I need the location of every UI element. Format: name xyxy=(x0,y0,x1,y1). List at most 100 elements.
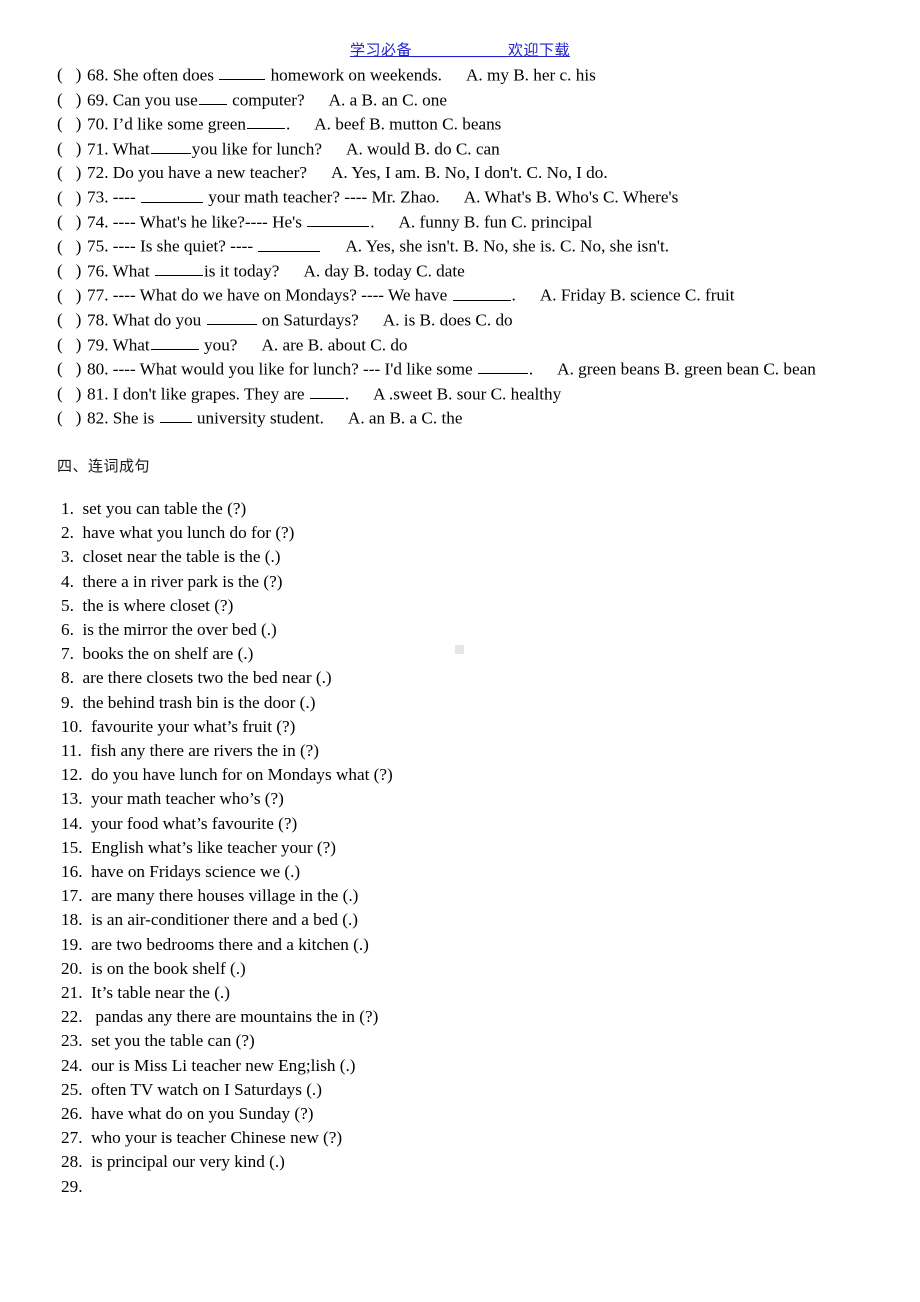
fill-in-blank[interactable] xyxy=(206,308,257,326)
question-options[interactable]: A. Friday B. science C. fruit xyxy=(540,286,735,305)
item-words[interactable]: fish any there are rivers the in (?) xyxy=(82,741,319,760)
answer-box[interactable]: ( ) xyxy=(57,259,87,283)
item-words[interactable]: is on the book shelf (.) xyxy=(82,959,246,978)
item-words[interactable]: the behind trash bin is the door (.) xyxy=(74,693,315,712)
fill-in-blank[interactable] xyxy=(140,185,203,203)
item-words[interactable]: our is Miss Li teacher new Eng;lish (.) xyxy=(82,1056,355,1075)
question-stem-after: homework on weekends. xyxy=(266,65,442,85)
question-options[interactable]: A. funny B. fun C. principal xyxy=(399,212,593,231)
item-words[interactable]: your food what’s favourite (?) xyxy=(82,814,297,833)
item-words[interactable]: are there closets two the bed near (.) xyxy=(74,668,331,687)
question-options[interactable]: A. are B. about C. do xyxy=(261,335,407,354)
question-stem-after: university student. xyxy=(192,408,324,428)
question-options[interactable]: A. an B. a C. the xyxy=(348,408,463,427)
question-options[interactable]: A. green beans B. green bean C. bean xyxy=(557,359,816,378)
question-stem-before: ---- xyxy=(112,187,140,207)
word-order-item-3: 3. closet near the table is the (.) xyxy=(61,545,861,569)
question-number: 76. xyxy=(87,261,113,281)
item-words[interactable]: are many there houses village in the (.) xyxy=(82,886,358,905)
item-words[interactable]: the is where closet (?) xyxy=(74,596,233,615)
mc-question-74: ( ) 74. ---- What's he like?---- He's . A.… xyxy=(57,210,915,235)
fill-in-blank[interactable] xyxy=(219,63,266,81)
question-options[interactable]: A. a B. an C. one xyxy=(329,90,447,109)
item-number: 4. xyxy=(61,571,74,591)
question-options[interactable]: A. my B. her c. his xyxy=(466,65,596,84)
item-words[interactable]: have on Fridays science we (.) xyxy=(82,862,300,881)
item-words[interactable]: have what you lunch do for (?) xyxy=(74,523,294,542)
item-words[interactable]: is the mirror the over bed (.) xyxy=(74,620,276,639)
mc-question-80: ( ) 80. ---- What would you like for lunc… xyxy=(57,357,915,382)
question-options[interactable]: A. is B. does C. do xyxy=(383,310,513,329)
question-stem-before: What do you xyxy=(112,310,206,330)
item-words[interactable]: your math teacher who’s (?) xyxy=(82,789,284,808)
answer-box[interactable]: ( ) xyxy=(57,137,87,161)
question-stem-before: ---- Is she quiet? ---- xyxy=(112,236,258,256)
question-options[interactable]: A. beef B. mutton C. beans xyxy=(314,114,501,133)
word-order-item-6: 6. is the mirror the over bed (.) xyxy=(61,618,861,642)
fill-in-blank[interactable] xyxy=(198,88,227,105)
fill-in-blank[interactable] xyxy=(150,137,191,154)
item-number: 11. xyxy=(61,741,82,761)
item-words[interactable]: pandas any there are mountains the in (?… xyxy=(82,1007,378,1026)
question-options[interactable]: A. Yes, I am. B. No, I don't. C. No, I d… xyxy=(331,163,608,182)
word-order-item-2: 2. have what you lunch do for (?) xyxy=(61,521,861,545)
item-words[interactable]: set you can table the (?) xyxy=(74,499,246,518)
answer-box[interactable]: ( ) xyxy=(57,406,87,430)
scan-artifact-mark xyxy=(455,645,464,654)
answer-box[interactable]: ( ) xyxy=(57,161,87,185)
question-options[interactable]: A. would B. do C. can xyxy=(346,139,500,158)
question-stem-after: you like for lunch? xyxy=(191,138,323,158)
fill-in-blank[interactable] xyxy=(307,210,370,228)
question-stem-before: What xyxy=(112,138,150,158)
word-order-item-29: 29. xyxy=(61,1175,861,1199)
item-number: 1. xyxy=(61,499,74,518)
item-words[interactable]: closet near the table is the (.) xyxy=(74,547,280,566)
answer-box[interactable]: ( ) xyxy=(57,235,87,259)
item-words[interactable]: often TV watch on I Saturdays (.) xyxy=(82,1080,322,1099)
fill-in-blank[interactable] xyxy=(246,112,285,130)
mc-question-70: ( ) 70. I’d like some green. A. beef B. mu… xyxy=(57,112,915,137)
item-words[interactable]: there a in river park is the (?) xyxy=(74,572,282,591)
word-order-item-20: 20. is on the book shelf (.) xyxy=(61,957,861,981)
answer-box[interactable]: ( ) xyxy=(57,112,87,136)
question-stem-after: . xyxy=(285,114,291,134)
fill-in-blank[interactable] xyxy=(309,382,344,399)
item-words[interactable]: books the on shelf are (.) xyxy=(74,644,253,663)
item-words[interactable]: are two bedrooms there and a kitchen (.) xyxy=(82,935,369,954)
answer-box[interactable]: ( ) xyxy=(57,284,87,308)
item-words[interactable]: is an air-conditioner there and a bed (.… xyxy=(82,910,358,929)
answer-box[interactable]: ( ) xyxy=(57,63,87,87)
fill-in-blank[interactable] xyxy=(159,406,192,424)
fill-in-blank[interactable] xyxy=(150,333,199,350)
fill-in-blank[interactable] xyxy=(452,283,511,301)
item-words[interactable] xyxy=(82,1177,91,1196)
word-order-item-17: 17. are many there houses village in the… xyxy=(61,884,861,908)
question-options[interactable]: A .sweet B. sour C. healthy xyxy=(373,384,561,403)
item-words[interactable]: favourite your what’s fruit (?) xyxy=(82,717,295,736)
item-words[interactable]: set you the table can (?) xyxy=(82,1031,255,1050)
word-order-item-12: 12. do you have lunch for on Mondays wha… xyxy=(61,763,861,787)
fill-in-blank[interactable] xyxy=(477,357,528,375)
item-words[interactable]: English what’s like teacher your (?) xyxy=(82,838,336,857)
answer-box[interactable]: ( ) xyxy=(57,357,87,381)
fill-in-blank[interactable] xyxy=(258,234,321,252)
item-words[interactable]: It’s table near the (.) xyxy=(82,983,230,1002)
question-options[interactable]: A. What's B. Who's C. Where's xyxy=(464,188,679,207)
word-order-item-26: 26. have what do on you Sunday (?) xyxy=(61,1102,861,1126)
fill-in-blank[interactable] xyxy=(155,259,204,277)
question-options[interactable]: A. day B. today C. date xyxy=(303,261,464,280)
item-words[interactable]: do you have lunch for on Mondays what (?… xyxy=(82,765,393,784)
item-number: 18. xyxy=(61,910,83,930)
answer-box[interactable]: ( ) xyxy=(57,333,87,357)
item-words[interactable]: have what do on you Sunday (?) xyxy=(82,1104,313,1123)
answer-box[interactable]: ( ) xyxy=(57,186,87,210)
answer-box[interactable]: ( ) xyxy=(57,382,87,406)
item-words[interactable]: is principal our very kind (.) xyxy=(82,1152,285,1171)
item-number: 25. xyxy=(61,1079,83,1099)
answer-box[interactable]: ( ) xyxy=(57,88,87,112)
item-number: 20. xyxy=(61,958,83,978)
answer-box[interactable]: ( ) xyxy=(57,308,87,332)
answer-box[interactable]: ( ) xyxy=(57,210,87,234)
item-words[interactable]: who your is teacher Chinese new (?) xyxy=(82,1128,342,1147)
question-options[interactable]: A. Yes, she isn't. B. No, she is. C. No,… xyxy=(345,237,669,256)
